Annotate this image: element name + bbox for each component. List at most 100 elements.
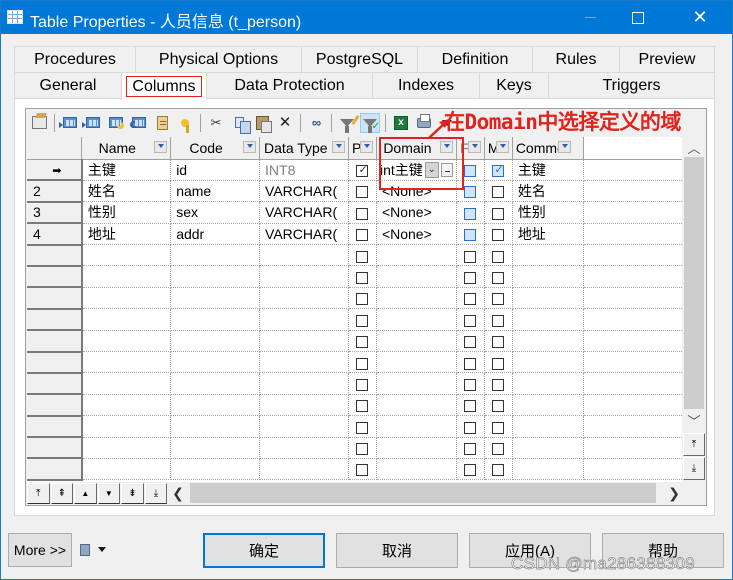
checkbox[interactable] xyxy=(464,314,477,327)
cell-comment[interactable] xyxy=(512,458,584,481)
row-header[interactable] xyxy=(27,393,83,417)
more-button[interactable]: More >> xyxy=(8,533,72,567)
row-header[interactable] xyxy=(27,415,83,439)
cell-primary[interactable] xyxy=(348,415,377,438)
checkbox[interactable] xyxy=(356,421,369,434)
minimize-button[interactable] xyxy=(567,1,613,34)
scroll-right-button[interactable]: ❯ xyxy=(666,485,682,502)
cell-empty[interactable] xyxy=(81,287,172,310)
cell-comment[interactable]: 性别 xyxy=(512,201,584,224)
cell-datatype[interactable]: INT8 xyxy=(259,159,350,181)
checkbox[interactable] xyxy=(492,207,505,220)
maximize-button[interactable] xyxy=(615,1,661,34)
cell-primary[interactable] xyxy=(348,330,377,353)
checkbox[interactable] xyxy=(464,186,477,199)
cell-foreign[interactable] xyxy=(456,287,485,310)
scroll-thumb[interactable] xyxy=(684,157,704,409)
cell-empty[interactable] xyxy=(170,415,261,438)
checkbox[interactable] xyxy=(464,229,477,242)
checkbox[interactable] xyxy=(356,314,369,327)
cell-empty[interactable] xyxy=(81,458,172,481)
cell-empty[interactable] xyxy=(81,265,172,288)
cell-mandatory[interactable] xyxy=(484,244,513,267)
cell-foreign[interactable] xyxy=(456,372,485,395)
table-row-empty[interactable] xyxy=(27,308,682,332)
table-row[interactable]: 4 地址 addr VARCHAR(<None> 地址 xyxy=(27,222,682,246)
cell-empty[interactable] xyxy=(170,458,261,481)
row-header[interactable] xyxy=(27,457,83,481)
checkbox[interactable] xyxy=(356,293,369,306)
checkbox[interactable] xyxy=(492,186,505,199)
tab-preview[interactable]: Preview xyxy=(619,46,715,72)
cancel-button[interactable]: 取消 xyxy=(336,533,458,568)
checkbox[interactable] xyxy=(492,271,505,284)
cell-comment[interactable] xyxy=(512,394,584,417)
copy-button[interactable] xyxy=(229,113,251,134)
column-filter-icon[interactable] xyxy=(467,141,481,153)
cell-empty[interactable] xyxy=(170,308,261,331)
cell-domain[interactable] xyxy=(376,330,457,353)
checkbox[interactable] xyxy=(464,464,477,477)
cell-empty[interactable] xyxy=(170,394,261,417)
checkbox[interactable] xyxy=(356,378,369,391)
cell-domain[interactable] xyxy=(376,394,457,417)
tools-dropdown-icon[interactable] xyxy=(98,547,106,552)
cell-comment[interactable] xyxy=(512,415,584,438)
cell-primary[interactable] xyxy=(348,244,377,267)
cell-empty[interactable] xyxy=(259,437,350,459)
cell-mandatory[interactable] xyxy=(484,394,513,417)
row-header[interactable]: 2 xyxy=(27,179,83,203)
cell-mandatory[interactable] xyxy=(484,437,513,459)
cell-empty[interactable] xyxy=(81,351,172,374)
column-header-comment[interactable]: Comme xyxy=(511,137,584,160)
cell-comment[interactable] xyxy=(512,287,584,310)
scroll-down-button[interactable]: ﹀ xyxy=(683,410,705,430)
row-header[interactable] xyxy=(27,329,83,353)
tab-postgresql[interactable]: PostgreSQL xyxy=(301,46,417,72)
cut-button[interactable]: ✂ xyxy=(206,113,226,133)
checkbox[interactable] xyxy=(356,400,369,413)
cell-primary[interactable] xyxy=(348,372,377,395)
table-row-empty[interactable] xyxy=(27,265,682,289)
cell-comment[interactable]: 姓名 xyxy=(512,180,584,203)
cell-empty[interactable] xyxy=(170,287,261,310)
cell-domain[interactable] xyxy=(376,437,457,459)
cell-mandatory[interactable] xyxy=(484,372,513,395)
table-row-empty[interactable] xyxy=(27,286,682,310)
cell-comment[interactable] xyxy=(512,372,584,395)
properties-button[interactable] xyxy=(29,113,49,133)
table-row-empty[interactable] xyxy=(27,244,682,267)
cell-foreign[interactable] xyxy=(456,351,485,374)
jump-bottom-button[interactable]: ⤓ xyxy=(683,457,705,480)
checkbox[interactable] xyxy=(356,186,369,199)
move-to-top-button[interactable]: ⤒ xyxy=(27,482,50,504)
cell-foreign[interactable] xyxy=(456,437,485,459)
cell-empty[interactable] xyxy=(259,415,350,438)
cell-primary[interactable] xyxy=(348,180,377,203)
checkbox[interactable] xyxy=(492,314,505,327)
column-header-mandatory[interactable]: M xyxy=(483,137,513,160)
column-header-data-type[interactable]: Data Type xyxy=(259,137,350,160)
cell-empty[interactable] xyxy=(259,394,350,417)
cell-mandatory[interactable] xyxy=(484,159,513,181)
tab-procedures[interactable]: Procedures xyxy=(14,46,135,72)
cell-empty[interactable] xyxy=(259,244,350,267)
tab-general[interactable]: General xyxy=(14,72,121,98)
checkbox[interactable] xyxy=(356,464,369,477)
cell-empty[interactable] xyxy=(81,372,172,395)
cell-datatype[interactable]: VARCHAR( xyxy=(259,180,350,203)
customize-filter-button[interactable] xyxy=(337,113,360,133)
row-header[interactable] xyxy=(27,308,83,332)
row-header[interactable] xyxy=(27,372,83,396)
checkbox[interactable] xyxy=(464,250,477,263)
add-row-button[interactable] xyxy=(82,113,103,133)
cell-code[interactable]: name xyxy=(170,180,261,203)
checkbox[interactable] xyxy=(492,293,505,306)
cell-primary[interactable] xyxy=(348,308,377,331)
enable-filter-button[interactable]: ✓ xyxy=(360,112,380,133)
table-row-empty[interactable] xyxy=(27,436,682,460)
key-button[interactable] xyxy=(175,113,195,133)
cell-code[interactable]: sex xyxy=(170,201,261,224)
tab-columns[interactable]: Columns xyxy=(121,72,206,100)
add-data-item-button[interactable] xyxy=(152,113,172,133)
